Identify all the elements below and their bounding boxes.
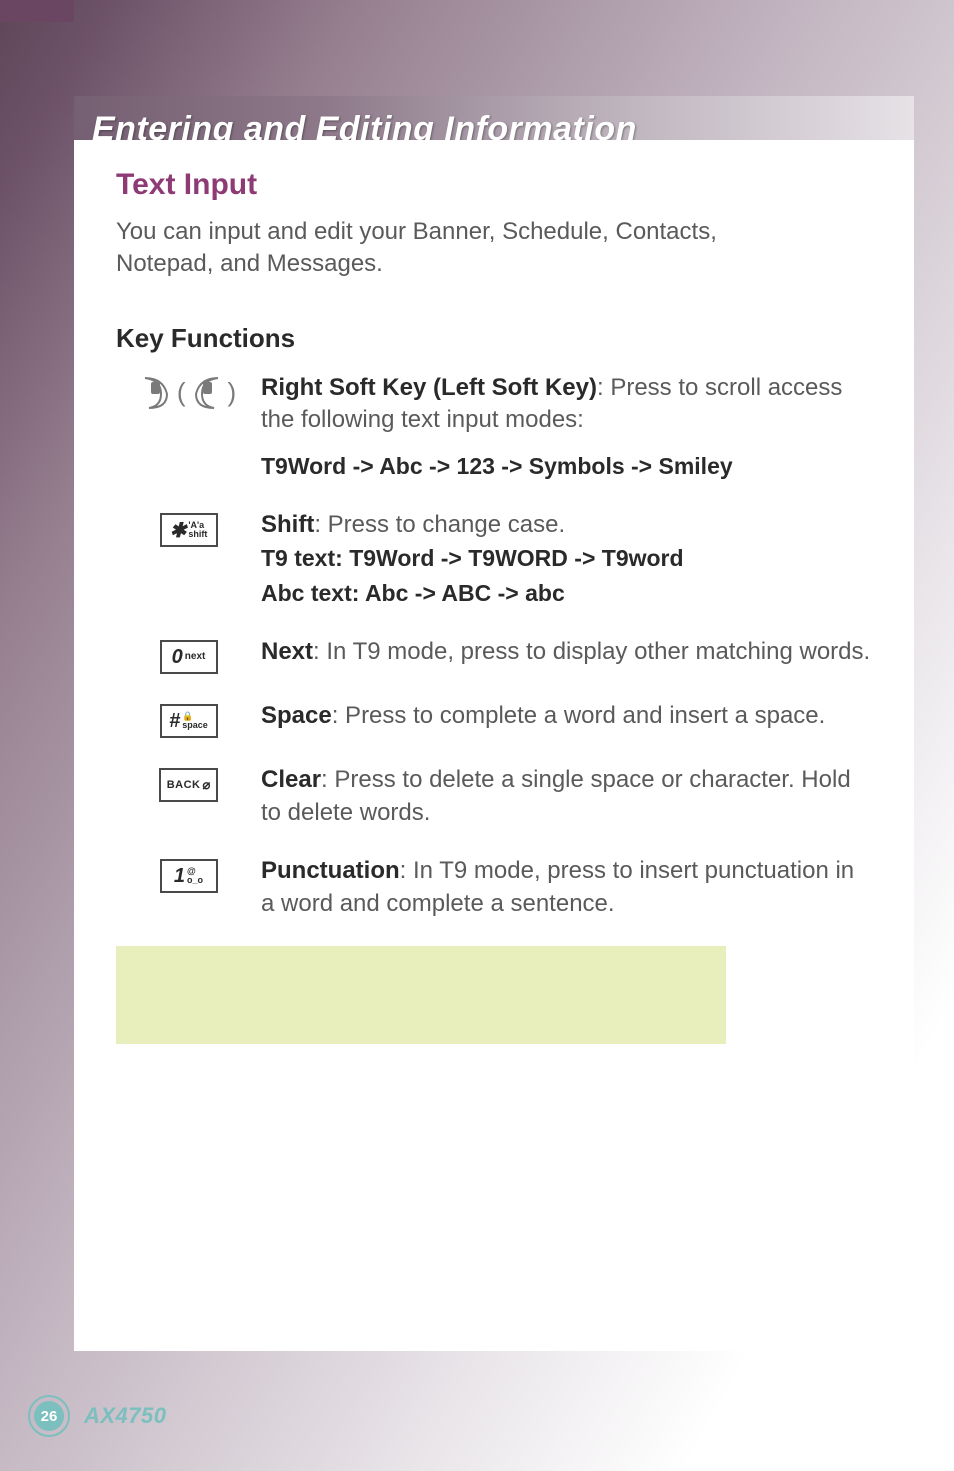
- shift-line3-rest: : Abc -> ABC -> abc: [352, 580, 565, 606]
- content-area: Text Input You can input and edit your B…: [74, 140, 914, 1351]
- key-space-sub-bot: space: [182, 721, 208, 730]
- softkey-modes: T9Word -> Abc -> 123 -> Symbols -> Smile…: [261, 449, 872, 484]
- row-clear: BACK ⌀ Clear: Press to delete a single s…: [116, 764, 872, 829]
- shift-line2-prefix: T9 text: [261, 545, 335, 571]
- softkey-line1: Right Soft Key (Left Soft Key): Press to…: [261, 372, 872, 437]
- space-rest: : Press to complete a word and insert a …: [332, 702, 826, 729]
- left-edge-tab: [0, 0, 74, 22]
- key-punct-stack: @ o_o: [187, 867, 203, 885]
- shift-bold: Shift: [261, 511, 314, 538]
- keycell-punct: 1 @ o_o: [116, 855, 261, 893]
- open-paren: (: [177, 377, 186, 408]
- key-clear-text: BACK: [167, 779, 201, 791]
- page-footer: 26 AX4750: [28, 1395, 167, 1437]
- close-paren: ): [228, 377, 237, 408]
- clear-rest: : Press to delete a single space or char…: [261, 766, 851, 825]
- shift-rest: : Press to change case.: [314, 511, 565, 538]
- key-clear-icon: ⌀: [202, 777, 210, 793]
- desc-shift: Shift: Press to change case. T9 text: T9…: [261, 509, 872, 610]
- subsection-title: Key Functions: [116, 323, 872, 354]
- key-clear: BACK ⌀: [159, 768, 219, 802]
- key-punct-main: 1: [174, 865, 185, 888]
- model-label: AX4750: [84, 1403, 167, 1429]
- row-softkey: ( ) Right Soft Key (Left Soft Key): Pres…: [116, 372, 872, 483]
- desc-next: Next: In T9 mode, press to display other…: [261, 636, 872, 668]
- next-bold: Next: [261, 638, 313, 665]
- key-shift-stack: 'A'a shift: [188, 521, 207, 539]
- key-space: # 🔒 space: [160, 704, 218, 738]
- key-shift-main: ✱: [170, 518, 187, 543]
- key-next-sub: next: [185, 652, 206, 662]
- desc-punct: Punctuation: In T9 mode, press to insert…: [261, 855, 872, 920]
- note-box: [116, 946, 726, 1044]
- page-number: 26: [34, 1401, 64, 1431]
- clear-bold: Clear: [261, 766, 321, 793]
- row-punct: 1 @ o_o Punctuation: In T9 mode, press t…: [116, 855, 872, 920]
- keycell-space: # 🔒 space: [116, 700, 261, 738]
- key-punct: 1 @ o_o: [160, 859, 218, 893]
- section-title: Text Input: [116, 168, 872, 202]
- next-rest: : In T9 mode, press to display other mat…: [313, 638, 870, 665]
- left-softkey-icon: [192, 376, 222, 410]
- content-inner: Text Input You can input and edit your B…: [74, 140, 914, 1064]
- page-root: Entering and Editing Information Text In…: [0, 0, 954, 1471]
- keycell-next: 0 next: [116, 636, 261, 674]
- page-number-ring: 26: [28, 1395, 70, 1437]
- key-space-stack: 🔒 space: [182, 712, 208, 730]
- shift-line2: T9 text: T9Word -> T9WORD -> T9word: [261, 541, 872, 576]
- desc-space: Space: Press to complete a word and inse…: [261, 700, 872, 732]
- desc-softkey: Right Soft Key (Left Soft Key): Press to…: [261, 372, 872, 483]
- row-next: 0 next Next: In T9 mode, press to displa…: [116, 636, 872, 674]
- keycell-shift: ✱ 'A'a shift: [116, 509, 261, 547]
- softkey-bold: Right Soft Key (Left Soft Key): [261, 374, 597, 401]
- space-bold: Space: [261, 702, 332, 729]
- key-shift-sub-bot: shift: [188, 530, 207, 539]
- desc-clear: Clear: Press to delete a single space or…: [261, 764, 872, 829]
- keycell-softkey: ( ): [116, 372, 261, 410]
- row-space: # 🔒 space Space: Press to complete a wor…: [116, 700, 872, 738]
- shift-line2-rest: : T9Word -> T9WORD -> T9word: [335, 545, 683, 571]
- right-softkey-icon: [141, 376, 171, 410]
- section-intro: You can input and edit your Banner, Sche…: [116, 216, 796, 281]
- shift-line3-prefix: Abc text: [261, 580, 352, 606]
- keycell-clear: BACK ⌀: [116, 764, 261, 802]
- key-next-main: 0: [172, 646, 183, 669]
- softkey-pair: ( ): [141, 376, 236, 410]
- punct-bold: Punctuation: [261, 857, 400, 884]
- key-punct-sub-bot: o_o: [187, 876, 203, 885]
- key-space-main: #: [169, 710, 180, 733]
- row-shift: ✱ 'A'a shift Shift: Press to change case…: [116, 509, 872, 610]
- shift-line1: Shift: Press to change case.: [261, 509, 872, 541]
- shift-line3: Abc text: Abc -> ABC -> abc: [261, 576, 872, 611]
- key-shift: ✱ 'A'a shift: [160, 513, 218, 547]
- key-next: 0 next: [160, 640, 218, 674]
